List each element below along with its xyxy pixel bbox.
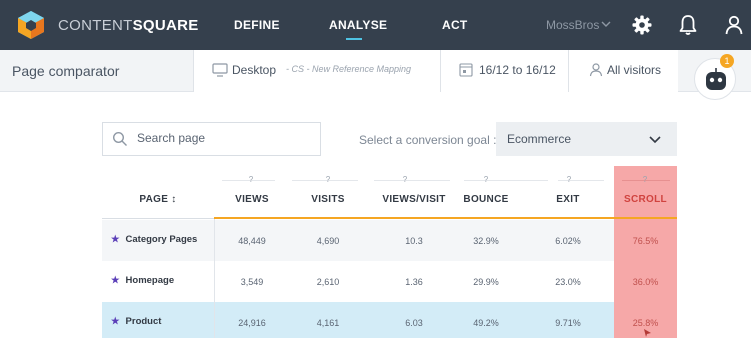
header-rule xyxy=(464,180,548,181)
column-header-exit[interactable]: EXIT xyxy=(530,194,606,205)
calendar-icon xyxy=(459,63,473,77)
date-range-label: 16/12 to 16/12 xyxy=(479,63,556,77)
date-range-picker[interactable]: 16/12 to 16/12 xyxy=(440,50,568,92)
settings-gear-icon[interactable] xyxy=(630,13,654,37)
visitor-user-icon xyxy=(589,63,603,77)
mapping-label: - CS - New Reference Mapping xyxy=(286,64,412,74)
views-cell: 24,916 xyxy=(238,318,266,328)
chevron-down-icon xyxy=(649,136,661,144)
page-name-cell[interactable]: ★ Homepage xyxy=(111,275,174,286)
visits-cell: 4,161 xyxy=(316,318,340,328)
nav-act[interactable]: ACT xyxy=(442,18,468,32)
exit-cell: 23.0% xyxy=(555,277,581,287)
scroll-cell: 36.0% xyxy=(632,277,659,287)
exit-cell: 9.71% xyxy=(555,318,581,328)
account-selector[interactable]: MossBros xyxy=(546,18,599,32)
search-input[interactable] xyxy=(137,131,312,145)
column-header-bounce[interactable]: BOUNCE xyxy=(446,194,526,205)
bounce-cell: 49.2% xyxy=(473,318,499,328)
nav-analyse[interactable]: ANALYSE xyxy=(329,18,387,32)
star-icon[interactable]: ★ xyxy=(111,275,120,286)
column-header-page[interactable]: PAGE ↕ xyxy=(102,194,214,205)
device-mapping-selector[interactable]: Desktop - CS - New Reference Mapping xyxy=(193,50,440,92)
chevron-down-icon[interactable] xyxy=(601,18,611,30)
device-label: Desktop xyxy=(232,63,277,77)
column-header-views[interactable]: VIEWS xyxy=(214,194,290,205)
exit-cell: 6.02% xyxy=(555,236,581,246)
page-comparison-table: ? ? ? ? ? ? PAGE ↕ VIEWS VISITS VIEWS/VI… xyxy=(102,166,677,338)
scroll-cell: 25.8% xyxy=(632,318,659,328)
page-comparator-toolbar: Page comparator Desktop - CS - New Refer… xyxy=(0,50,751,92)
bounce-cell: 29.9% xyxy=(473,277,499,287)
bounce-cell: 32.9% xyxy=(473,236,499,246)
star-icon[interactable]: ★ xyxy=(111,316,120,327)
conversion-goal-select[interactable]: Ecommerce xyxy=(496,122,677,156)
visits-help-icon[interactable]: ? xyxy=(323,175,333,184)
top-navigation-bar: CONTENTSQUARE DEFINE ANALYSE ACT MossBro… xyxy=(0,0,751,50)
header-underline xyxy=(102,218,214,219)
views-cell: 48,449 xyxy=(238,236,266,246)
page-name-cell[interactable]: ★ Product xyxy=(111,316,161,327)
exit-help-icon[interactable]: ? xyxy=(564,175,574,184)
robot-icon xyxy=(706,68,726,90)
contentsquare-logo-icon[interactable] xyxy=(16,10,46,40)
notification-count-badge: 1 xyxy=(720,54,734,68)
visits-cell: 2,610 xyxy=(316,277,340,287)
mouse-pointer-icon xyxy=(644,329,651,337)
conversion-goal-label: Select a conversion goal : xyxy=(359,133,497,147)
star-icon[interactable]: ★ xyxy=(111,234,120,245)
column-header-scroll[interactable]: SCROLL xyxy=(614,194,677,205)
search-icon xyxy=(112,131,127,146)
nav-define[interactable]: DEFINE xyxy=(234,18,280,32)
brand-name: CONTENTSQUARE xyxy=(58,17,199,34)
search-box[interactable] xyxy=(102,122,321,156)
scroll-column-highlight xyxy=(614,166,677,338)
page-name-cell[interactable]: ★ Category Pages xyxy=(111,234,197,245)
views-cell: 3,549 xyxy=(240,277,264,287)
page-title: Page comparator xyxy=(12,63,120,79)
nav-active-indicator xyxy=(346,38,362,40)
header-rule xyxy=(374,180,450,181)
column-header-visits[interactable]: VISITS xyxy=(290,194,366,205)
conversion-goal-value: Ecommerce xyxy=(507,132,572,146)
scroll-cell: 76.5% xyxy=(632,236,659,246)
segment-label: All visitors xyxy=(607,63,662,77)
header-underline-accent xyxy=(214,217,677,219)
bounce-help-icon[interactable]: ? xyxy=(481,175,491,184)
user-icon[interactable] xyxy=(722,13,746,37)
desktop-monitor-icon xyxy=(212,63,228,77)
notification-bell-icon[interactable] xyxy=(676,13,700,37)
visits-cell: 4,690 xyxy=(316,236,340,246)
scroll-help-icon[interactable]: ? xyxy=(640,175,650,184)
views-visit-help-icon[interactable]: ? xyxy=(400,175,410,184)
segment-selector[interactable]: All visitors xyxy=(568,50,678,92)
views-help-icon[interactable]: ? xyxy=(246,175,256,184)
